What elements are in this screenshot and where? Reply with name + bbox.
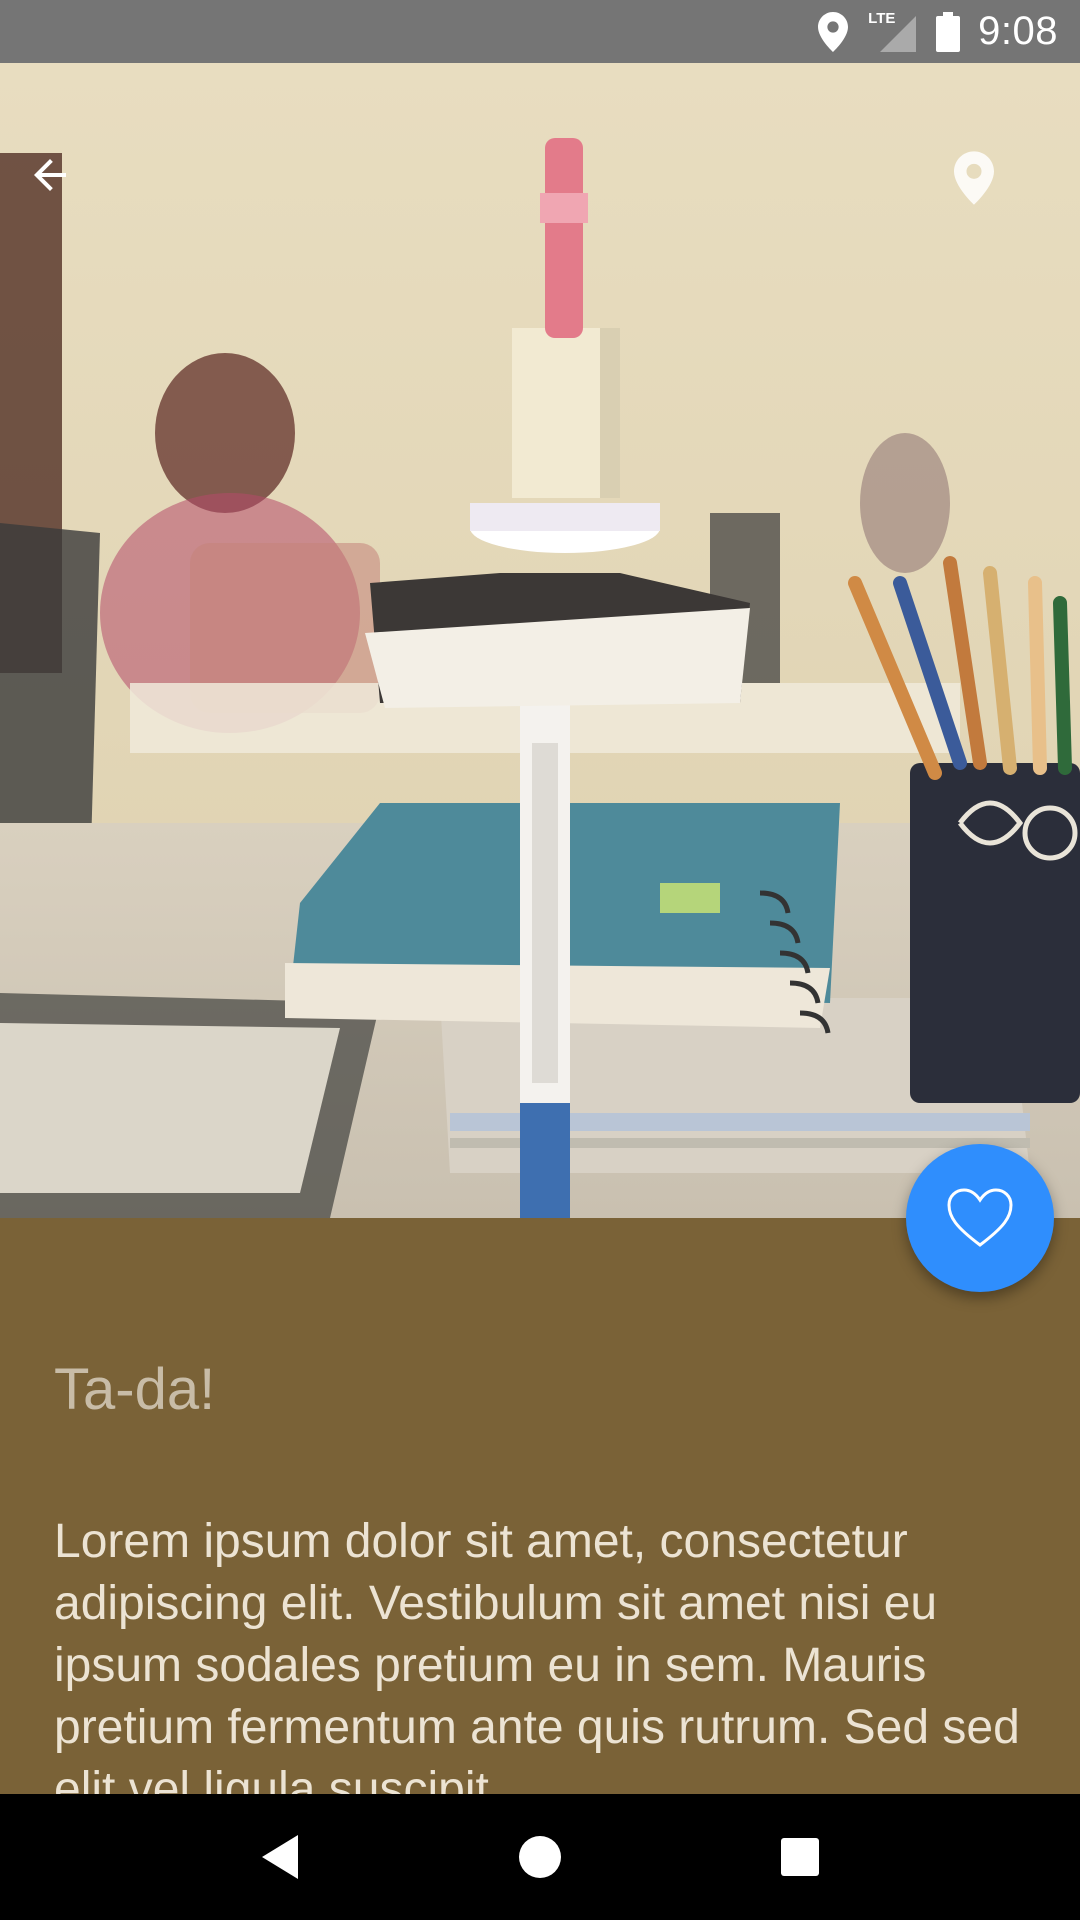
photo-image [0, 63, 1080, 1218]
arrow-back-icon [34, 159, 66, 191]
detail-content: Ta-da! Lorem ipsum dolor sit amet, conse… [0, 1218, 1080, 1794]
screen: LTE 9:08 Ta-da! Lorem ipsum dolor sit am… [0, 0, 1080, 1920]
back-button[interactable] [26, 151, 122, 247]
favorite-button[interactable] [906, 1144, 1054, 1292]
location-button[interactable] [954, 151, 1050, 247]
nav-recents-button[interactable] [755, 1812, 845, 1902]
detail-body-text: Lorem ipsum dolor sit amet, consectetur … [54, 1515, 1020, 1794]
nav-home-button[interactable] [495, 1812, 585, 1902]
back-triangle-icon [262, 1835, 298, 1879]
location-pin-icon [954, 151, 994, 205]
hero-photo [0, 63, 1080, 1218]
status-bar: LTE 9:08 [0, 0, 1080, 63]
home-circle-icon [519, 1836, 561, 1878]
lte-signal-icon: LTE [866, 10, 918, 54]
battery-icon [936, 10, 961, 54]
nav-back-button[interactable] [235, 1812, 325, 1902]
detail-title: Ta-da! [54, 1357, 216, 1422]
navigation-bar [0, 1794, 1080, 1920]
location-icon [818, 10, 849, 54]
heart-outline-icon [947, 1188, 1013, 1247]
recents-square-icon [781, 1838, 819, 1876]
status-time: 9:08 [978, 9, 1058, 53]
